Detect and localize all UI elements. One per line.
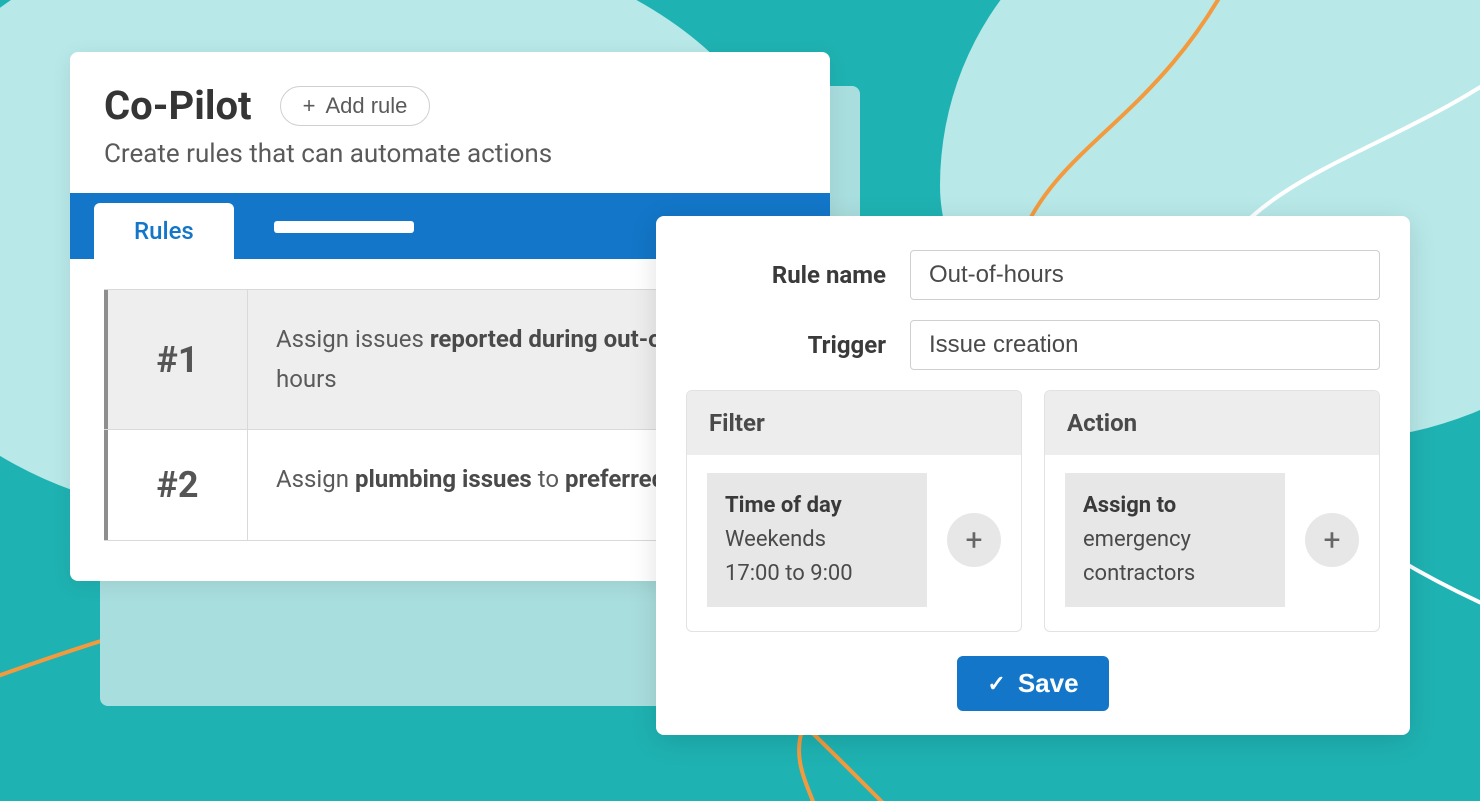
action-chip-title: Assign to [1083,489,1267,523]
rule-number: #1 [104,290,248,429]
page-subtitle: Create rules that can automate actions [104,139,796,169]
tab-rules[interactable]: Rules [94,203,234,259]
rule-detail-card: Rule name Trigger Filter Time of day Wee… [656,216,1410,735]
trigger-input[interactable] [910,320,1380,370]
add-action-button[interactable]: + [1305,513,1359,567]
filter-chip-line: 17:00 to 9:00 [725,561,853,586]
action-panel-header: Action [1045,391,1379,455]
page-title: Co-Pilot [104,82,252,129]
plus-icon: + [303,95,316,117]
add-filter-button[interactable]: + [947,513,1001,567]
action-chip-line: contractors [1083,561,1195,586]
plus-icon: + [965,523,982,558]
filter-chip[interactable]: Time of day Weekends 17:00 to 9:00 [707,473,927,607]
check-icon: ✓ [987,671,1005,697]
rule-number: #2 [104,430,248,540]
rule-name-input[interactable] [910,250,1380,300]
filter-chip-line: Weekends [725,527,826,552]
tab-placeholder[interactable] [274,221,414,233]
trigger-label: Trigger [686,331,886,359]
plus-icon: + [1323,523,1340,558]
save-button[interactable]: ✓ Save [957,656,1108,711]
filter-panel-header: Filter [687,391,1021,455]
action-chip-line: emergency [1083,527,1191,552]
filter-panel: Filter Time of day Weekends 17:00 to 9:0… [686,390,1022,632]
rule-name-label: Rule name [686,261,886,289]
add-rule-label: Add rule [325,93,407,119]
save-label: Save [1018,668,1079,699]
action-chip[interactable]: Assign to emergency contractors [1065,473,1285,607]
filter-chip-title: Time of day [725,489,909,523]
action-panel: Action Assign to emergency contractors + [1044,390,1380,632]
add-rule-button[interactable]: + Add rule [280,86,431,126]
